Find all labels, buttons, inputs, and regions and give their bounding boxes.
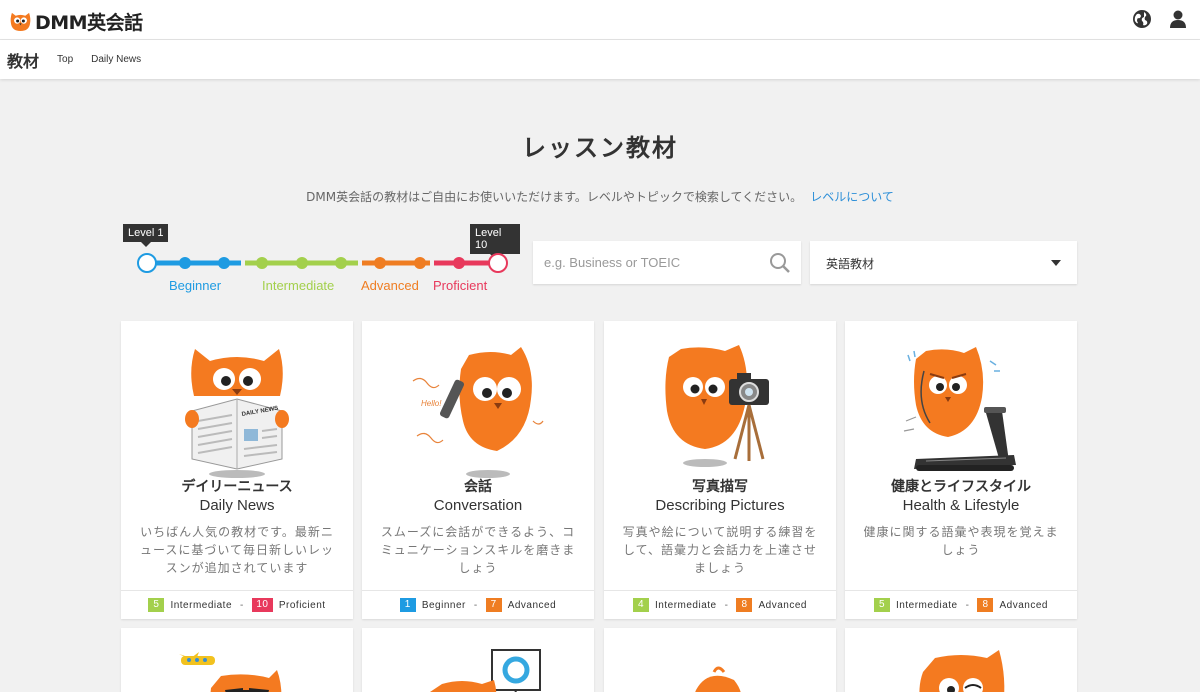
owl-phone-call-icon: Hello!: [412, 347, 544, 478]
owl-sunglasses-airplane-icon: [179, 652, 282, 692]
card-description: いちばん人気の教材です。最新ニュースに基づいて毎日新しいレッスンが追加されていま…: [139, 525, 335, 575]
brand-logo[interactable]: DMM英会話: [9, 8, 143, 35]
top-bar: DMM英会話: [0, 0, 1200, 40]
course-card-row2-2[interactable]: [362, 628, 594, 692]
course-card-row2-1[interactable]: [121, 628, 353, 692]
page-title: レッスン教材: [522, 134, 678, 162]
course-card-row2-4[interactable]: [845, 628, 1077, 692]
level-range-separator: -: [240, 599, 244, 611]
owl-camera-icon: [665, 345, 769, 467]
level-label-beginner: Beginner: [169, 278, 222, 293]
owl-winking-icon: [919, 650, 1005, 692]
level-label-advanced: Advanced: [361, 278, 419, 293]
card-description: 健康に関する語彙や表現を覚えましょう: [863, 525, 1059, 557]
page-subtitle: DMM英会話の教材はご自由にお使いいただけます。レベルやトピックで検索してくださ…: [0, 188, 1200, 205]
level-range-separator: -: [473, 599, 478, 611]
course-card-describing-pictures[interactable]: 写真描写 Describing Pictures 写真や絵について説明する練習を…: [604, 321, 836, 619]
page-subtitle-text: DMM英会話の教材はご自由にお使いいただけます。レベルやトピックで検索してくださ…: [306, 190, 803, 204]
level-to-label: Advanced: [999, 599, 1048, 611]
level-range-separator: -: [965, 599, 970, 611]
subnav-link-top[interactable]: Top: [57, 54, 73, 65]
owl-treadmill-icon: [903, 347, 1016, 471]
level-label-proficient: Proficient: [433, 278, 488, 293]
course-card-health-lifestyle[interactable]: 健康とライフスタイル Health & Lifestyle 健康に関する語彙や表…: [845, 321, 1077, 619]
level-badge-from: 1: [399, 598, 416, 612]
user-icon[interactable]: [1168, 9, 1188, 29]
level-from-label: Beginner: [421, 599, 466, 611]
level-from-label: Intermediate: [170, 599, 233, 611]
card-title-en: Describing Pictures: [655, 497, 785, 514]
level-badge-from: 5: [874, 598, 891, 612]
owl-icon: [695, 666, 741, 692]
owl-reading-newspaper-icon: DAILY NEWS: [185, 349, 289, 478]
card-level-range: 4 Intermediate - 8 Advanced: [604, 590, 836, 619]
card-level-range: 5 Intermediate - 8 Advanced: [845, 590, 1077, 619]
card-title-en: Health & Lifestyle: [902, 497, 1020, 514]
level-badge-to: 8: [736, 598, 753, 612]
level-badge-to: 10: [251, 598, 273, 612]
brand-name: DMM英会話: [35, 12, 143, 34]
subnav-link-daily-news[interactable]: Daily News: [91, 54, 141, 65]
search-input[interactable]: [533, 241, 763, 284]
subnav-title: 教材: [7, 51, 40, 71]
card-level-range: 1 Beginner - 7 Advanced: [362, 590, 594, 619]
search-box: [533, 241, 801, 284]
svg-text:Hello!: Hello!: [421, 399, 442, 408]
level-max-handle: [488, 253, 508, 273]
level-min-handle: [137, 253, 157, 273]
level-badge-from: 4: [633, 598, 650, 612]
level-to-label: Proficient: [278, 599, 326, 611]
owl-presentation-board-icon: [430, 649, 541, 692]
card-title-ja: 健康とライフスタイル: [891, 479, 1031, 495]
level-range-separator: -: [724, 599, 729, 611]
level-to-label: Advanced: [758, 599, 807, 611]
card-title-en: Daily News: [199, 497, 275, 514]
level-to-label: Advanced: [507, 599, 557, 611]
level-info-link[interactable]: レベルについて: [810, 190, 894, 204]
owl-logo-icon: [10, 12, 31, 32]
select-value: 英語教材: [826, 257, 875, 271]
card-title-ja: デイリーニュース: [181, 479, 293, 495]
card-description: 写真や絵について説明する練習をして、語彙力と会話力を上達させましょう: [622, 525, 818, 575]
level-badge-from: 5: [148, 598, 165, 612]
course-card-row2-3[interactable]: [604, 628, 836, 692]
card-title-ja: 会話: [464, 479, 492, 495]
level-from-label: Intermediate: [655, 599, 717, 611]
sub-navigation: 教材 Top Daily News: [0, 40, 1200, 79]
card-description: スムーズに会話ができるよう、コミュニケーションスキルを磨きましょう: [380, 525, 576, 575]
card-level-range: 5 Intermediate - 10 Proficient: [121, 590, 353, 619]
level-from-label: Intermediate: [896, 599, 958, 611]
globe-icon[interactable]: [1132, 9, 1152, 29]
card-title-en: Conversation: [433, 497, 523, 514]
level-badge-to: 8: [977, 598, 994, 612]
level-badge-to: 7: [485, 598, 502, 612]
course-card-daily-news[interactable]: DAILY NEWS デイリーニュース Daily News いちばん人気の教材…: [121, 321, 353, 619]
material-type-select[interactable]: 英語教材: [810, 241, 1077, 284]
search-icon[interactable]: [769, 252, 791, 274]
course-card-conversation[interactable]: Hello! 会話 Conversation スムーズに会話ができるよう、コミュ…: [362, 321, 594, 619]
level-slider[interactable]: Level 1 Level 10 Beginner Intermediate A…: [120, 224, 520, 296]
level-label-intermediate: Intermediate: [262, 278, 335, 293]
card-title-ja: 写真描写: [692, 479, 748, 495]
caret-down-icon: [1051, 260, 1061, 266]
level-track: [137, 253, 508, 273]
